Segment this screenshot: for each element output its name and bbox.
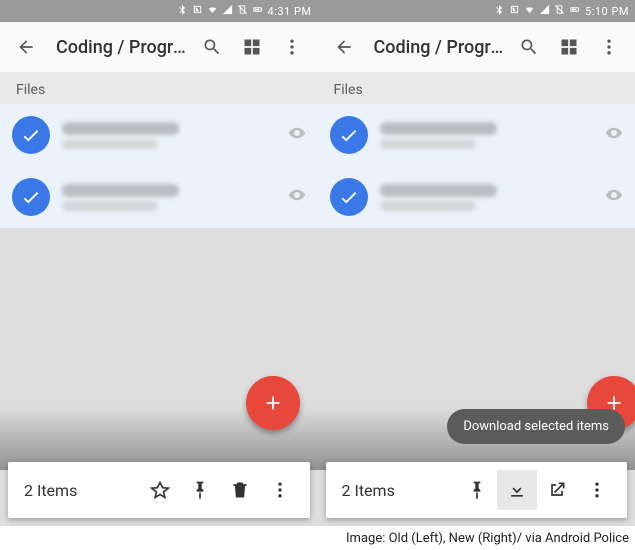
status-bar: 4:31 PM — [0, 0, 318, 22]
wifi-icon — [207, 4, 218, 18]
page-title: Coding / Progra... — [48, 37, 190, 58]
selection-check-icon[interactable] — [330, 178, 368, 216]
pane-left: 4:31 PM Coding / Progra... Files — [0, 0, 318, 526]
no-sim-icon — [237, 4, 248, 18]
pane-right: 5:10 PM Coding / Progra... Files — [318, 0, 635, 526]
app-toolbar: Coding / Progra... — [0, 22, 318, 72]
battery-icon — [252, 4, 263, 18]
open-external-button[interactable] — [537, 470, 577, 510]
bluetooth-icon — [494, 4, 505, 18]
view-grid-button[interactable] — [551, 29, 587, 65]
selection-check-icon[interactable] — [330, 116, 368, 154]
pin-button[interactable] — [457, 470, 497, 510]
visibility-icon[interactable] — [605, 186, 623, 208]
status-bar: 5:10 PM — [318, 0, 635, 22]
visibility-icon[interactable] — [288, 124, 306, 146]
image-caption: Image: Old (Left), New (Right)/ via Andr… — [0, 526, 635, 550]
more-button[interactable] — [274, 29, 310, 65]
section-label-files: Files — [0, 72, 318, 104]
file-text-blurred — [62, 122, 276, 149]
search-button[interactable] — [511, 29, 547, 65]
file-text-blurred — [380, 122, 594, 149]
file-row[interactable] — [0, 166, 318, 228]
selection-count: 2 Items — [336, 481, 458, 500]
overflow-button[interactable] — [260, 470, 300, 510]
selection-check-icon[interactable] — [12, 178, 50, 216]
star-button[interactable] — [140, 470, 180, 510]
bluetooth-icon — [177, 4, 188, 18]
page-title: Coding / Progra... — [366, 37, 508, 58]
status-time: 5:10 PM — [585, 5, 629, 18]
download-tooltip: Download selected items — [447, 409, 625, 444]
status-time: 4:31 PM — [268, 5, 312, 18]
download-button[interactable] — [497, 470, 537, 510]
file-row[interactable] — [318, 104, 635, 166]
selection-check-icon[interactable] — [12, 116, 50, 154]
visibility-icon[interactable] — [288, 186, 306, 208]
pin-button[interactable] — [180, 470, 220, 510]
search-button[interactable] — [194, 29, 230, 65]
visibility-icon[interactable] — [605, 124, 623, 146]
signal-icon — [222, 4, 233, 18]
selection-action-bar: 2 Items — [8, 462, 310, 518]
no-sim-icon — [554, 4, 565, 18]
nfc-icon — [192, 4, 203, 18]
back-button[interactable] — [326, 29, 362, 65]
overflow-button[interactable] — [577, 470, 617, 510]
file-row[interactable] — [0, 104, 318, 166]
fab-add-button[interactable] — [246, 376, 300, 430]
file-row[interactable] — [318, 166, 635, 228]
section-label-files: Files — [318, 72, 635, 104]
file-text-blurred — [380, 184, 594, 211]
nfc-icon — [509, 4, 520, 18]
wifi-icon — [524, 4, 535, 18]
signal-icon — [539, 4, 550, 18]
back-button[interactable] — [8, 29, 44, 65]
view-grid-button[interactable] — [234, 29, 270, 65]
file-list — [0, 104, 318, 228]
more-button[interactable] — [591, 29, 627, 65]
battery-icon — [569, 4, 580, 18]
delete-button[interactable] — [220, 470, 260, 510]
app-toolbar: Coding / Progra... — [318, 22, 635, 72]
selection-action-bar: 2 Items — [326, 462, 628, 518]
file-text-blurred — [62, 184, 276, 211]
file-list — [318, 104, 635, 228]
selection-count: 2 Items — [18, 481, 140, 500]
